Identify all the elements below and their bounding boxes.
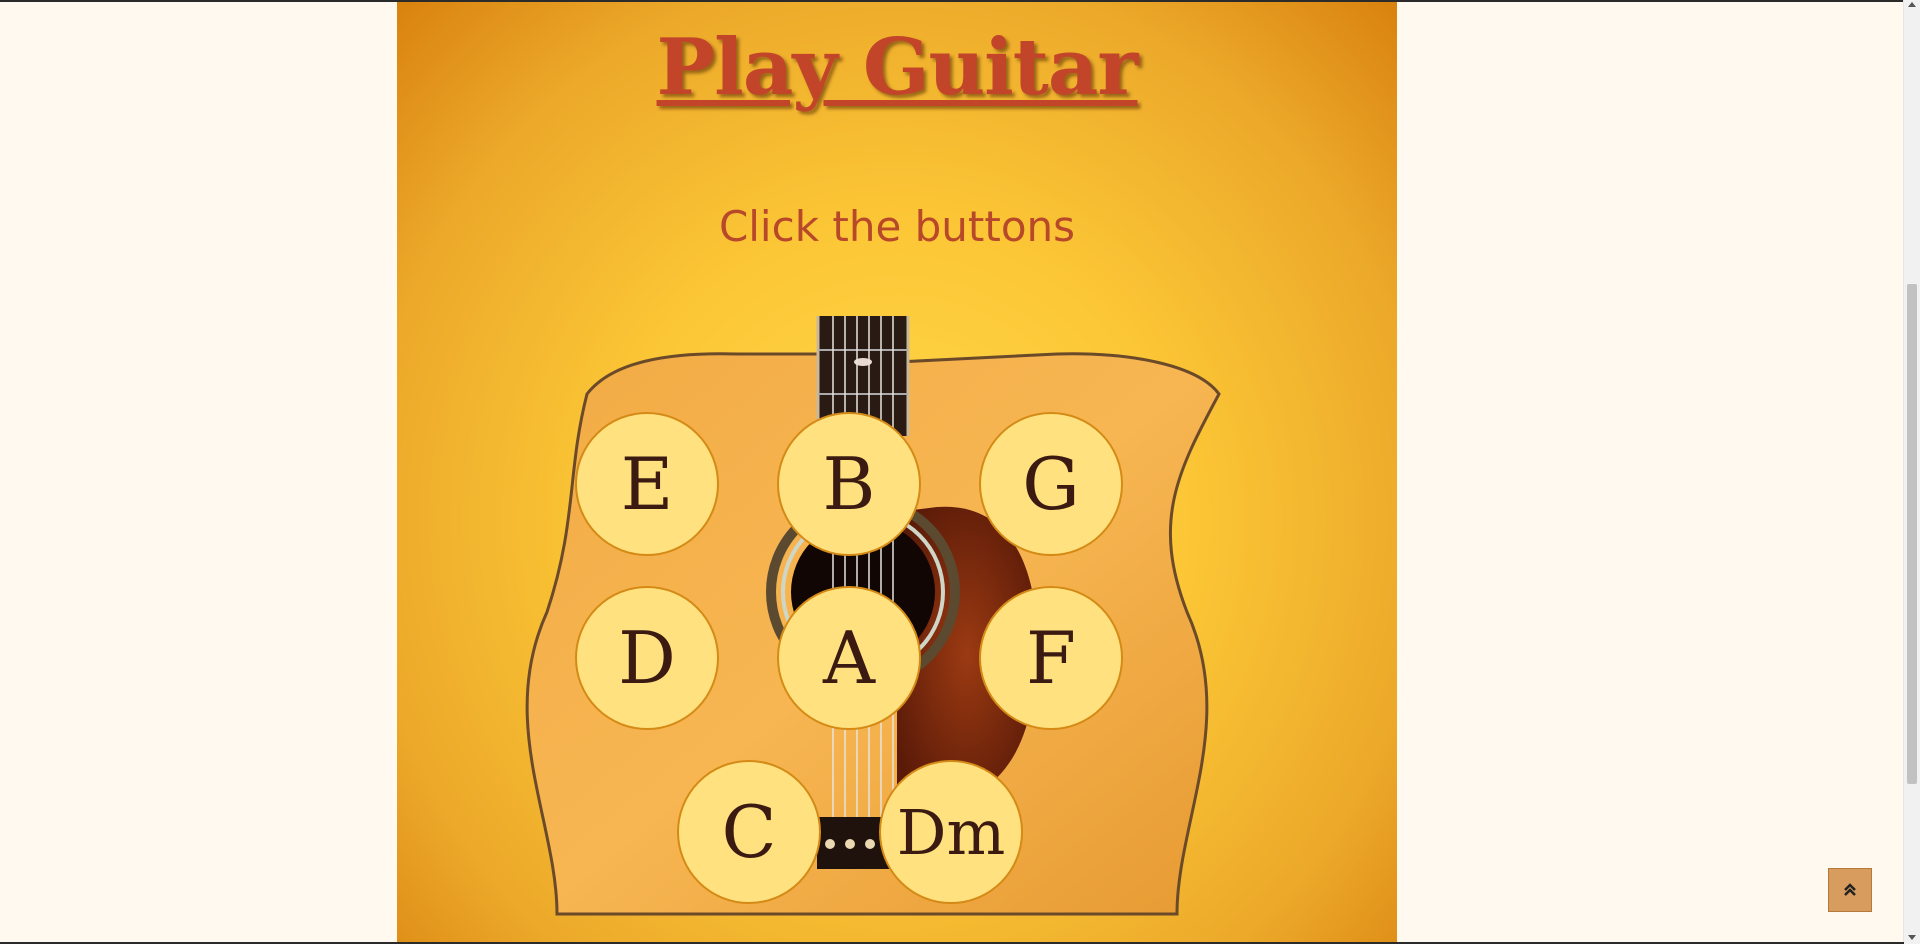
chord-button-dm[interactable]: Dm — [879, 760, 1023, 904]
chord-button-g[interactable]: G — [979, 412, 1123, 556]
chord-button-b[interactable]: B — [777, 412, 921, 556]
chord-button-c[interactable]: C — [677, 760, 821, 904]
chord-label: C — [721, 790, 777, 874]
chord-label: G — [1022, 442, 1080, 526]
chord-button-d[interactable]: D — [575, 586, 719, 730]
double-chevron-up-icon — [1842, 878, 1858, 902]
chord-button-a[interactable]: A — [777, 586, 921, 730]
chord-button-e[interactable]: E — [575, 412, 719, 556]
scrollbar-thumb[interactable] — [1907, 284, 1917, 784]
chord-label: A — [823, 616, 875, 700]
scroll-to-top-button[interactable] — [1828, 868, 1872, 912]
chord-label: D — [618, 616, 676, 700]
chord-label: F — [1026, 616, 1076, 700]
chord-label: Dm — [896, 795, 1006, 869]
chord-label: E — [620, 442, 674, 526]
chord-label: B — [822, 442, 876, 526]
scroll-down-arrow-icon[interactable] — [1908, 935, 1916, 940]
guitar-stage: Play Guitar Click the buttons E B G D A … — [397, 2, 1397, 944]
vertical-scrollbar[interactable] — [1903, 0, 1920, 944]
scroll-up-arrow-icon[interactable] — [1908, 2, 1916, 7]
chord-button-f[interactable]: F — [979, 586, 1123, 730]
